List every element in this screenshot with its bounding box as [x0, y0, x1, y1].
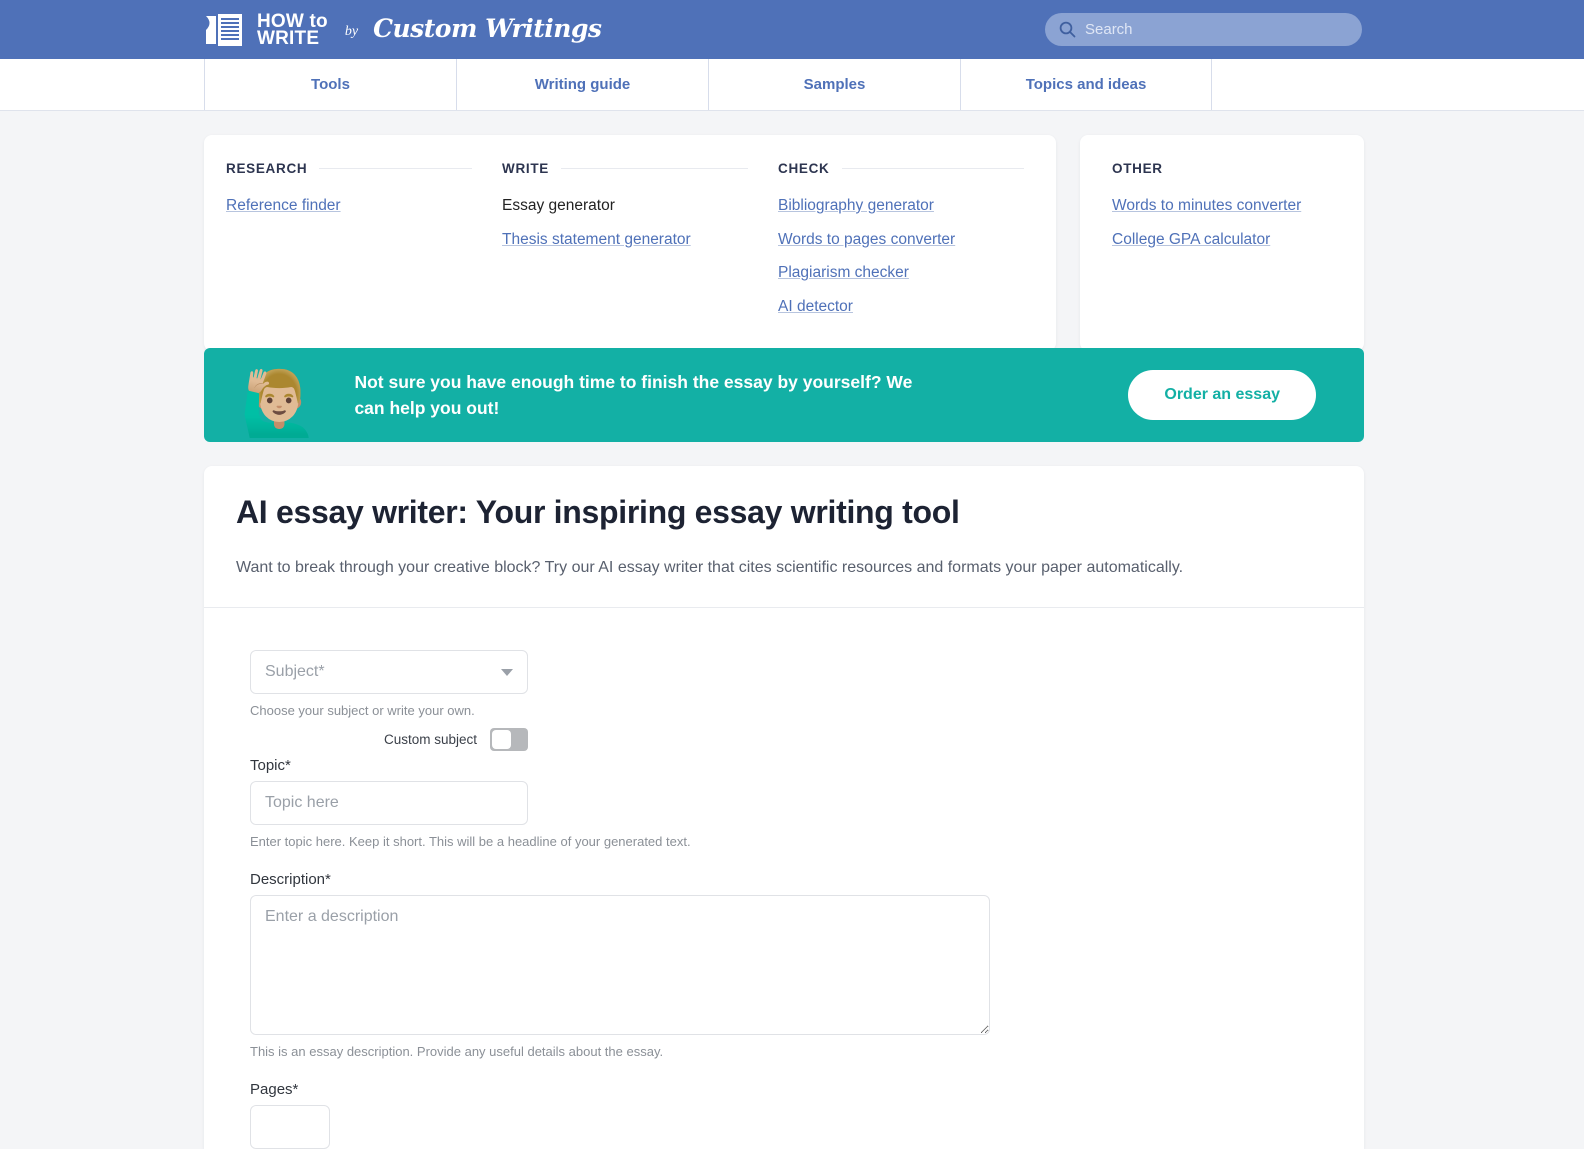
subject-select[interactable]: Subject* — [250, 650, 528, 694]
logo-wordmark: HOW to WRITE — [257, 12, 328, 49]
nav-tab-label: Topics and ideas — [1025, 76, 1147, 93]
order-essay-banner: 🙋🏼‍♂️ Not sure you have enough time to f… — [204, 348, 1364, 442]
subject-field: Subject* Choose your subject or write yo… — [250, 650, 1332, 751]
site-header: HOW to WRITE by Custom Writings — [0, 0, 1584, 59]
form-spacer — [250, 849, 1332, 865]
header-rule — [561, 168, 748, 169]
tools-card-main: RESEARCH Reference finder WRITE Essay ge… — [204, 135, 1056, 352]
custom-subject-row: Custom subject — [250, 728, 528, 751]
search-input[interactable] — [1085, 21, 1348, 38]
tools-column-check: CHECK Bibliography generator Words to pa… — [758, 161, 1034, 327]
tools-column-research: RESEARCH Reference finder — [226, 161, 482, 327]
tools-column-header: CHECK — [778, 161, 1024, 176]
tools-column-header: WRITE — [502, 161, 748, 176]
banner-message: Not sure you have enough time to finish … — [354, 371, 913, 418]
nav-tab-tools[interactable]: Tools — [204, 59, 456, 110]
custom-subject-toggle[interactable] — [490, 728, 528, 751]
nav-tab-label: Writing guide — [534, 76, 631, 93]
tool-link-plagiarism-checker[interactable]: Plagiarism checker — [778, 260, 1024, 286]
tools-column-write: WRITE Essay generator Thesis statement g… — [482, 161, 758, 327]
header-rule — [319, 168, 472, 169]
nav-left-spacer — [0, 59, 204, 110]
tools-column-title: OTHER — [1112, 161, 1163, 176]
topic-label: Topic* — [250, 757, 291, 774]
tool-link-reference-finder[interactable]: Reference finder — [226, 193, 472, 219]
tools-column-header: RESEARCH — [226, 161, 472, 176]
description-field: Description* This is an essay descriptio… — [250, 871, 1332, 1059]
nav-tab-topics-and-ideas[interactable]: Topics and ideas — [960, 59, 1212, 110]
site-logo[interactable]: HOW to WRITE by Custom Writings — [204, 10, 602, 50]
header-rule — [841, 168, 1024, 169]
tools-column-title: CHECK — [778, 161, 830, 176]
essay-generator-form: Subject* Choose your subject or write yo… — [204, 608, 1364, 1149]
topic-input[interactable] — [250, 781, 528, 825]
nav-tab-list: Tools Writing guide Samples Topics and i… — [204, 59, 1212, 110]
tools-section: RESEARCH Reference finder WRITE Essay ge… — [204, 135, 1364, 352]
tool-link-essay-generator: Essay generator — [502, 197, 615, 214]
tool-link-thesis-statement-generator[interactable]: Thesis statement generator — [502, 227, 748, 253]
logo-brand-name: Custom Writings — [373, 14, 602, 43]
pages-label: Pages* — [250, 1081, 299, 1098]
search-icon — [1059, 21, 1076, 38]
nav-tab-writing-guide[interactable]: Writing guide — [456, 59, 708, 110]
description-label: Description* — [250, 871, 331, 888]
nav-tab-samples[interactable]: Samples — [708, 59, 960, 110]
logo-by-text: by — [344, 24, 359, 39]
page-header: AI essay writer: Your inspiring essay wr… — [204, 466, 1364, 607]
main-navigation: Tools Writing guide Samples Topics and i… — [0, 59, 1584, 111]
tool-link-college-gpa-calculator[interactable]: College GPA calculator — [1112, 227, 1342, 253]
subject-hint: Choose your subject or write your own. — [250, 703, 475, 718]
tools-card-other: OTHER Words to minutes converter College… — [1080, 135, 1364, 352]
chevron-down-icon — [501, 668, 513, 676]
tool-link-ai-detector[interactable]: AI detector — [778, 294, 1024, 320]
description-hint: This is an essay description. Provide an… — [250, 1044, 664, 1059]
subject-select-value: Subject* — [265, 663, 325, 680]
page-subtitle: Want to break through your creative bloc… — [236, 559, 1184, 576]
search-box[interactable] — [1045, 13, 1362, 46]
tool-link-words-to-minutes-converter[interactable]: Words to minutes converter — [1112, 193, 1342, 219]
tools-column-title: WRITE — [502, 161, 549, 176]
tools-column-header: OTHER — [1112, 161, 1342, 176]
tool-link-words-to-pages-converter[interactable]: Words to pages converter — [778, 227, 1024, 253]
nav-tab-label: Tools — [311, 76, 350, 93]
main-content-card: AI essay writer: Your inspiring essay wr… — [204, 466, 1364, 1149]
document-lines-icon — [204, 12, 244, 48]
tool-link-bibliography-generator[interactable]: Bibliography generator — [778, 193, 1024, 219]
person-raising-hand-emoji: 🙋🏼‍♂️ — [240, 366, 319, 440]
custom-subject-label: Custom subject — [383, 732, 477, 747]
nav-tab-label: Samples — [803, 76, 866, 93]
logo-line-2: WRITE — [257, 28, 320, 49]
description-textarea[interactable] — [250, 895, 990, 1035]
pages-field: Pages* — [250, 1081, 1332, 1149]
form-spacer — [250, 1059, 1332, 1075]
tools-column-title: RESEARCH — [226, 161, 308, 176]
topic-field: Topic* Enter topic here. Keep it short. … — [250, 757, 1332, 849]
pages-input[interactable] — [250, 1105, 330, 1149]
page-title: AI essay writer: Your inspiring essay wr… — [236, 494, 960, 530]
order-an-essay-button[interactable]: Order an essay — [1128, 370, 1316, 420]
topic-hint: Enter topic here. Keep it short. This wi… — [250, 834, 691, 849]
toggle-knob — [492, 730, 511, 749]
